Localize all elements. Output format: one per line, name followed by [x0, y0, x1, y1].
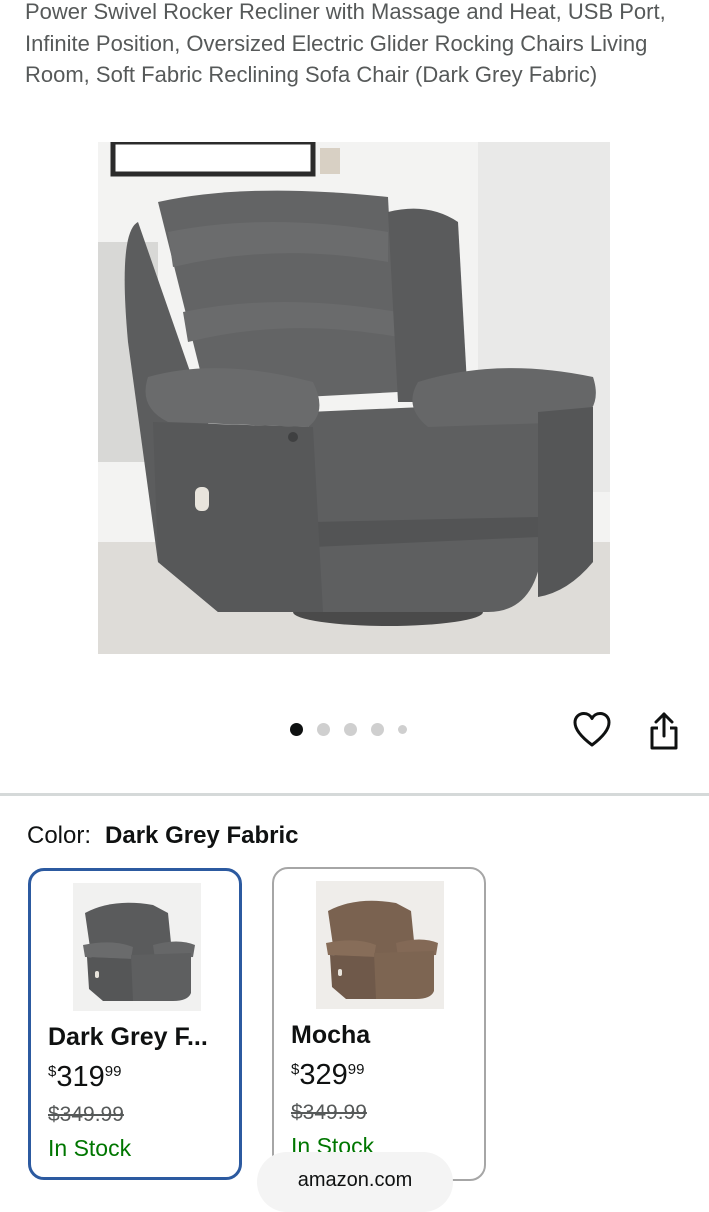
price-fraction: 99: [347, 1061, 365, 1078]
variant-price: $32999: [291, 1059, 364, 1092]
pagination-dot[interactable]: [317, 723, 330, 736]
color-label: Color:: [27, 822, 92, 849]
variant-list-price: $349.99: [291, 1101, 367, 1124]
price-currency: $: [48, 1063, 57, 1080]
price-currency: $: [291, 1061, 300, 1078]
variant-swatch-mocha[interactable]: Mocha $32999 $349.99 In Stock: [272, 867, 486, 1181]
variant-thumbnail: [73, 883, 201, 1011]
price-whole: 329: [299, 1059, 348, 1091]
variant-list-price: $349.99: [48, 1103, 124, 1126]
share-button[interactable]: [645, 710, 683, 752]
variant-price: $31999: [48, 1061, 121, 1094]
variant-stock-status: In Stock: [48, 1135, 132, 1161]
pagination-dot-active[interactable]: [290, 723, 303, 736]
pagination-dot[interactable]: [371, 723, 384, 736]
color-selector-label: Color: Dark Grey Fabric: [27, 820, 298, 852]
selected-color: Dark Grey Fabric: [105, 822, 299, 849]
variant-name: Dark Grey F...: [48, 1023, 208, 1051]
wishlist-button[interactable]: [572, 710, 612, 750]
variant-swatch-dark-grey[interactable]: Dark Grey F... $31999 $349.99 In Stock: [28, 868, 242, 1180]
image-pagination[interactable]: [290, 723, 407, 736]
recliner-photo: [98, 142, 610, 654]
price-fraction: 99: [104, 1063, 122, 1080]
product-title: Power Swivel Rocker Recliner with Massag…: [25, 0, 666, 87]
product-image[interactable]: [98, 142, 610, 654]
heart-icon: [573, 712, 611, 747]
pagination-dot[interactable]: [398, 725, 407, 734]
price-whole: 319: [56, 1061, 105, 1093]
section-divider: [0, 793, 709, 796]
share-icon: [650, 712, 678, 750]
variant-thumbnail: [316, 881, 444, 1009]
pagination-dot[interactable]: [344, 723, 357, 736]
variant-name: Mocha: [291, 1021, 371, 1049]
browser-url-pill[interactable]: amazon.com: [257, 1152, 453, 1212]
